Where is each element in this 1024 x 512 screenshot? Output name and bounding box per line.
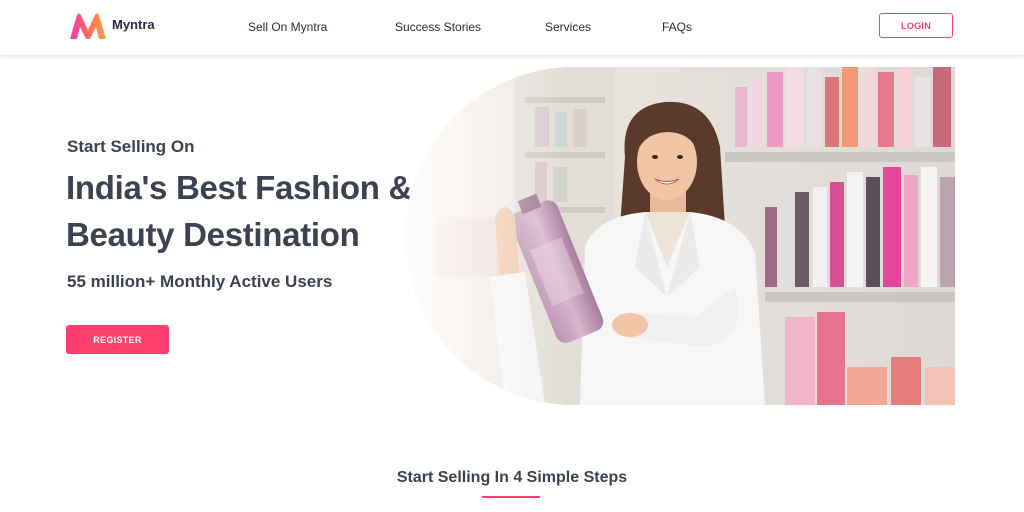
nav-success-stories[interactable]: Success Stories [395, 20, 481, 34]
hero-stat: 55 million+ Monthly Active Users [67, 272, 333, 291]
steps-heading: Start Selling In 4 Simple Steps [396, 469, 628, 486]
nav-faqs[interactable]: FAQs [662, 20, 692, 34]
myntra-logo-icon[interactable] [68, 12, 110, 42]
nav-sell-on-myntra[interactable]: Sell On Myntra [248, 20, 327, 34]
login-button[interactable]: LOGIN [879, 13, 953, 38]
steps-underline [482, 496, 540, 498]
hero-subtitle: Start Selling On [67, 137, 195, 156]
register-button[interactable]: REGISTER [66, 325, 169, 354]
top-header: Myntra Sell On Myntra Success Stories Se… [0, 0, 1024, 55]
nav-services[interactable]: Services [545, 20, 591, 34]
hero-image [405, 67, 955, 405]
hero-title: India's Best Fashion & Beauty Destinatio… [66, 169, 412, 253]
brand-name: Myntra [112, 17, 155, 32]
